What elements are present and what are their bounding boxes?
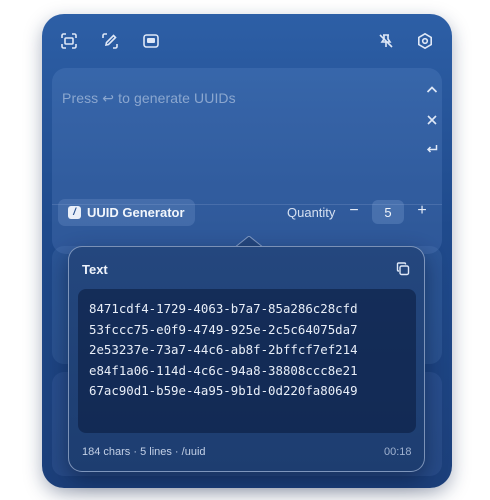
quantity-increment-button[interactable]: +: [414, 202, 430, 222]
command-label: UUID Generator: [87, 205, 185, 220]
uuid-generator-command-chip[interactable]: / UUID Generator: [58, 199, 195, 226]
uuid-line: 8471cdf4-1729-4063-b7a7-85a286c28cfd: [89, 301, 358, 316]
result-meta: 184 chars · 5 lines · /uuid: [82, 446, 206, 458]
settings-icon[interactable]: [415, 31, 435, 51]
result-time: 00:18: [384, 446, 412, 458]
uuid-output-box[interactable]: 8471cdf4-1729-4063-b7a7-85a286c28cfd 53f…: [78, 289, 416, 433]
result-popover: Text 8471cdf4-1729-4063-b7a7-85a286c28cf…: [68, 246, 425, 472]
uuid-line: 67ac90d1-b59e-4a95-9b1d-0d220fa80649: [89, 383, 358, 399]
chevron-up-icon[interactable]: [424, 82, 440, 98]
pin-off-icon[interactable]: [376, 31, 396, 51]
uuid-line: e84f1a06-114d-4c6c-94a8-38808ccc8e21: [89, 362, 358, 378]
window-icon[interactable]: [141, 31, 161, 51]
toolbar: [42, 14, 452, 68]
quantity-decrement-button[interactable]: −: [346, 202, 362, 222]
quantity-value[interactable]: 5: [372, 200, 404, 224]
command-icon: /: [68, 206, 81, 219]
uuid-line: 2e53237e-73a7-44c6-ab8f-2bffcf7ef214: [89, 342, 358, 358]
copy-icon[interactable]: [395, 261, 411, 277]
close-icon[interactable]: [424, 112, 440, 128]
result-title: Text: [82, 262, 108, 277]
uuid-line: 53fccc75-e0f9-4749-925e-2c5c64075da7: [89, 321, 358, 337]
screenshot-icon[interactable]: [59, 31, 79, 51]
color-picker-icon[interactable]: [100, 31, 120, 51]
uuid-input-area[interactable]: Press ↩ to generate UUIDs: [52, 68, 442, 254]
input-placeholder: Press ↩ to generate UUIDs: [62, 90, 236, 106]
return-icon[interactable]: [424, 141, 440, 157]
quantity-label: Quantity: [287, 205, 336, 220]
